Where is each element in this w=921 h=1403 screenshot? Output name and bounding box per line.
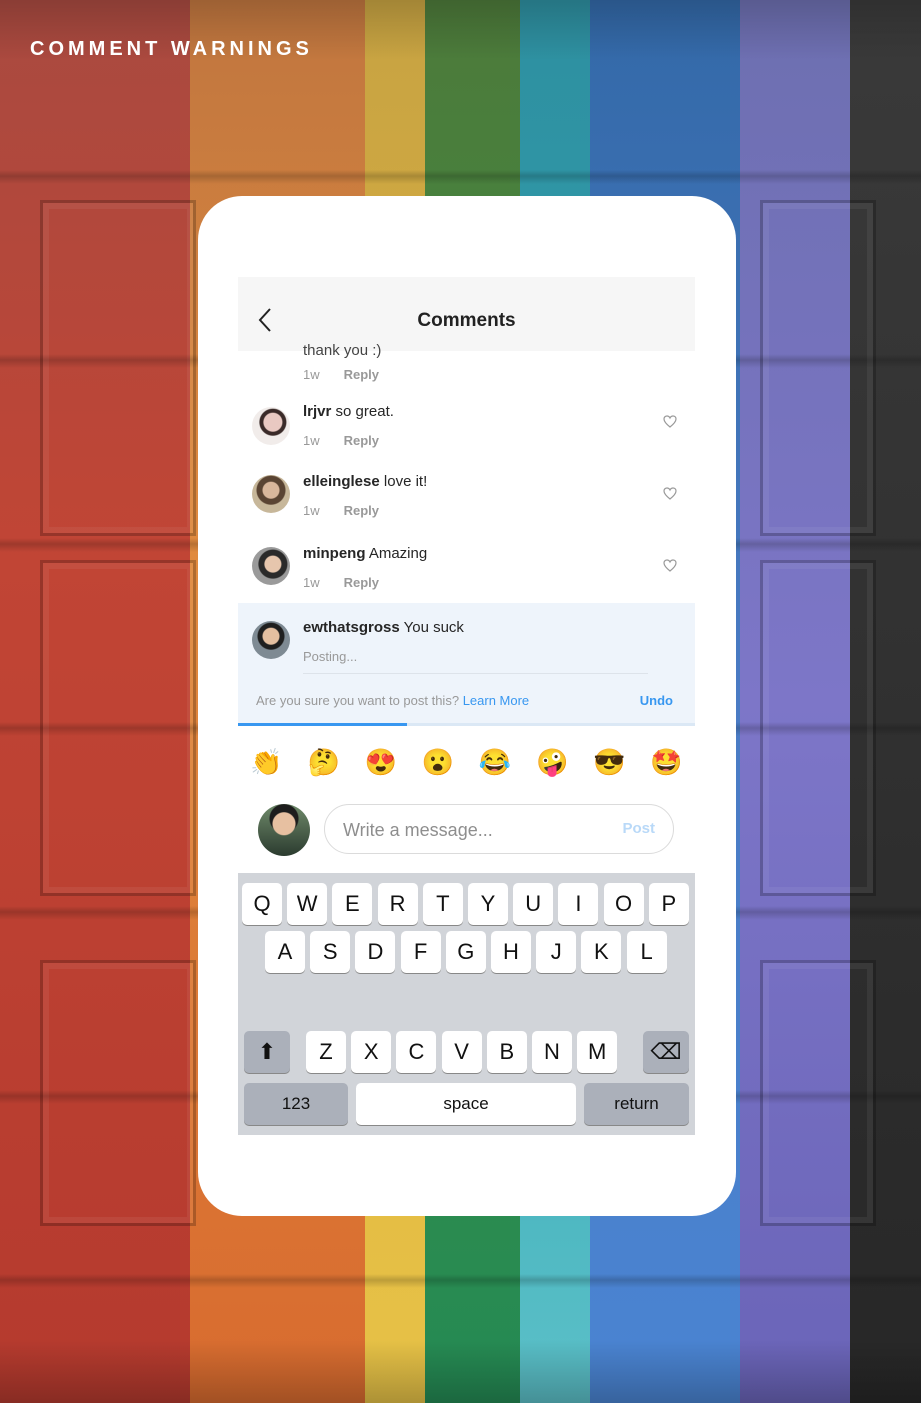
heart-icon[interactable]: [663, 487, 677, 503]
avatar: [258, 804, 310, 856]
comment-row: elleinglese love it! 1w Reply: [238, 465, 695, 535]
learn-more-link[interactable]: Learn More: [463, 693, 529, 708]
comment-row: lrjvr so great. 1w Reply: [238, 395, 695, 465]
key-t[interactable]: T: [422, 883, 463, 925]
backspace-key[interactable]: ⌫: [643, 1031, 689, 1073]
comment-time: 1w: [303, 433, 320, 448]
heart-icon[interactable]: [663, 415, 677, 431]
emoji-button[interactable]: 🤪: [536, 746, 568, 778]
warning-text: Are you sure you want to post this? Lear…: [256, 693, 529, 708]
comment-username[interactable]: elleinglese: [303, 473, 380, 490]
comment-body: You suck: [403, 619, 464, 636]
key-o[interactable]: O: [603, 883, 644, 925]
keyboard: ⬆ ⌫ 123 space return QWERTYUIOP ASDFGHJKL…: [238, 873, 695, 1135]
comment-body: Amazing: [368, 545, 428, 562]
posting-progress: [238, 723, 695, 726]
emoji-button[interactable]: 🤩: [650, 746, 682, 778]
backspace-icon: ⌫: [650, 1039, 682, 1064]
key-b[interactable]: B: [486, 1031, 527, 1073]
divider: [303, 673, 648, 674]
reply-button[interactable]: Reply: [344, 367, 379, 382]
key-q[interactable]: Q: [242, 883, 282, 925]
key-x[interactable]: X: [351, 1031, 392, 1073]
reply-button[interactable]: Reply: [344, 433, 379, 448]
key-a[interactable]: A: [265, 931, 305, 973]
comment-meta: 1w Reply: [303, 575, 379, 590]
comment-username[interactable]: minpeng: [303, 545, 366, 562]
key-l[interactable]: L: [626, 931, 667, 973]
shift-key[interactable]: ⬆: [244, 1031, 290, 1073]
key-v[interactable]: V: [441, 1031, 482, 1073]
key-w[interactable]: W: [287, 883, 328, 925]
emoji-bar: 👏 🤔 😍 😮 😂 🤪 😎 🤩: [238, 737, 695, 787]
comment-meta: 1w Reply: [303, 503, 379, 518]
comment-time: 1w: [303, 367, 320, 382]
key-g[interactable]: G: [445, 931, 486, 973]
comment-row-partial: thank you :) 1w Reply: [238, 337, 695, 387]
comment-time: 1w: [303, 503, 320, 518]
warning-question: Are you sure you want to post this?: [256, 693, 460, 708]
comment-row: minpeng Amazing 1w Reply: [238, 537, 695, 607]
comment-body: love it!: [383, 473, 428, 490]
avatar: [252, 621, 290, 659]
key-m[interactable]: M: [577, 1031, 618, 1073]
emoji-button[interactable]: 👏: [250, 746, 282, 778]
comment-body: so great.: [335, 403, 394, 420]
comments-screen: Comments thank you :) 1w Reply lrjvr so g…: [238, 277, 695, 1135]
compose-field: Post: [324, 804, 674, 854]
key-d[interactable]: D: [355, 931, 396, 973]
key-h[interactable]: H: [491, 931, 531, 973]
key-n[interactable]: N: [532, 1031, 572, 1073]
comment-text: thank you :): [303, 342, 382, 359]
emoji-button[interactable]: 😍: [365, 746, 397, 778]
compose-bar: Post: [238, 794, 695, 868]
emoji-button[interactable]: 😂: [479, 746, 511, 778]
key-y[interactable]: Y: [468, 883, 508, 925]
comment-username: ewthatsgross: [303, 619, 400, 636]
key-k[interactable]: K: [581, 931, 622, 973]
key-u[interactable]: U: [513, 883, 554, 925]
numbers-key[interactable]: 123: [244, 1083, 348, 1125]
post-button[interactable]: Post: [622, 820, 655, 837]
section-label: COMMENT WARNINGS: [30, 38, 313, 60]
undo-button[interactable]: Undo: [640, 693, 673, 708]
posting-progress-fill: [238, 723, 408, 726]
emoji-button[interactable]: 😮: [422, 746, 454, 778]
key-i[interactable]: I: [558, 883, 599, 925]
key-z[interactable]: Z: [306, 1031, 346, 1073]
emoji-button[interactable]: 🤔: [308, 746, 340, 778]
key-f[interactable]: F: [400, 931, 441, 973]
emoji-button[interactable]: 😎: [593, 746, 625, 778]
key-e[interactable]: E: [332, 883, 373, 925]
comment-meta: 1w Reply: [303, 367, 379, 382]
message-input[interactable]: [341, 817, 605, 843]
posting-status: Posting...: [303, 649, 358, 664]
comment-text: elleinglese love it!: [303, 473, 427, 490]
key-j[interactable]: J: [536, 931, 577, 973]
return-key[interactable]: return: [584, 1083, 689, 1125]
space-key[interactable]: space: [356, 1083, 576, 1125]
comment-time: 1w: [303, 575, 320, 590]
comment-meta: 1w Reply: [303, 433, 379, 448]
comment-text: minpeng Amazing: [303, 545, 427, 562]
reply-button[interactable]: Reply: [344, 575, 379, 590]
heart-icon[interactable]: [663, 559, 677, 575]
reply-button[interactable]: Reply: [344, 503, 379, 518]
key-s[interactable]: S: [310, 931, 351, 973]
key-c[interactable]: C: [396, 1031, 437, 1073]
shift-icon: ⬆: [257, 1039, 277, 1064]
comment-text: lrjvr so great.: [303, 403, 394, 420]
avatar[interactable]: [252, 547, 290, 585]
comment-username[interactable]: lrjvr: [303, 403, 331, 420]
key-r[interactable]: R: [377, 883, 418, 925]
avatar[interactable]: [252, 475, 290, 513]
comment-text: ewthatsgross You suck: [303, 619, 464, 636]
avatar[interactable]: [252, 407, 290, 445]
page-title: Comments: [417, 310, 516, 331]
key-p[interactable]: P: [648, 883, 689, 925]
